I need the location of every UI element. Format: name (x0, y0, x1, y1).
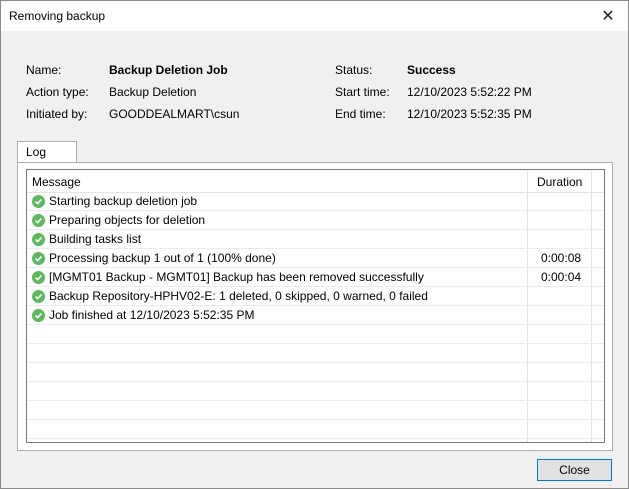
table-row[interactable]: Preparing objects for deletion (27, 211, 604, 230)
duration-column-header[interactable]: Duration (537, 175, 582, 189)
log-message: Processing backup 1 out of 1 (100% done) (49, 251, 276, 265)
action-type-value: Backup Deletion (109, 85, 197, 99)
status-label: Status: (335, 63, 373, 77)
action-type-label: Action type: (26, 85, 89, 99)
status-value: Success (407, 63, 456, 77)
table-row[interactable]: Job finished at 12/10/2023 5:52:35 PM (27, 306, 604, 325)
table-row (27, 401, 604, 420)
success-check-icon (32, 214, 45, 227)
log-tab-panel: Message Duration Starting backup deletio… (17, 162, 613, 451)
log-message: Preparing objects for deletion (49, 213, 206, 227)
log-table[interactable]: Message Duration Starting backup deletio… (26, 169, 605, 443)
success-check-icon (32, 252, 45, 265)
log-table-header: Message Duration (27, 170, 604, 193)
tab-log[interactable]: Log (17, 141, 77, 163)
log-message: Building tasks list (49, 232, 142, 246)
message-column-header[interactable]: Message (32, 175, 81, 189)
table-row (27, 420, 604, 439)
table-row[interactable]: Building tasks list (27, 230, 604, 249)
end-time-value: 12/10/2023 5:52:35 PM (407, 107, 532, 121)
success-check-icon (32, 309, 45, 322)
start-time-value: 12/10/2023 5:52:22 PM (407, 85, 532, 99)
table-row[interactable]: [MGMT01 Backup - MGMT01] Backup has been… (27, 268, 604, 287)
table-row (27, 344, 604, 363)
close-icon[interactable]: ✕ (588, 1, 628, 31)
start-time-label: Start time: (335, 85, 390, 99)
table-row (27, 382, 604, 401)
initiated-by-label: Initiated by: (26, 107, 88, 121)
title-bar: Removing backup ✕ (1, 1, 628, 31)
log-message: Backup Repository-HPHV02-E: 1 deleted, 0… (49, 289, 428, 303)
log-duration: 0:00:08 (541, 251, 582, 265)
success-check-icon (32, 195, 45, 208)
table-row[interactable]: Backup Repository-HPHV02-E: 1 deleted, 0… (27, 287, 604, 306)
window-title: Removing backup (9, 9, 106, 23)
name-value: Backup Deletion Job (109, 63, 228, 77)
log-duration: 0:00:04 (541, 270, 582, 284)
removing-backup-dialog: Removing backup ✕ Name: Backup Deletion … (0, 0, 629, 489)
name-label: Name: (26, 63, 62, 77)
initiated-by-value: GOODDEALMART\csun (109, 107, 240, 121)
success-check-icon (32, 290, 45, 303)
log-message: Job finished at 12/10/2023 5:52:35 PM (49, 308, 255, 322)
table-row (27, 325, 604, 344)
table-row[interactable]: Processing backup 1 out of 1 (100% done)… (27, 249, 604, 268)
log-message: Starting backup deletion job (49, 194, 198, 208)
success-check-icon (32, 233, 45, 246)
success-check-icon (32, 271, 45, 284)
table-row[interactable]: Starting backup deletion job (27, 192, 604, 211)
log-message: [MGMT01 Backup - MGMT01] Backup has been… (49, 270, 424, 284)
table-row (27, 363, 604, 382)
close-button[interactable]: Close (537, 459, 612, 481)
end-time-label: End time: (335, 107, 386, 121)
